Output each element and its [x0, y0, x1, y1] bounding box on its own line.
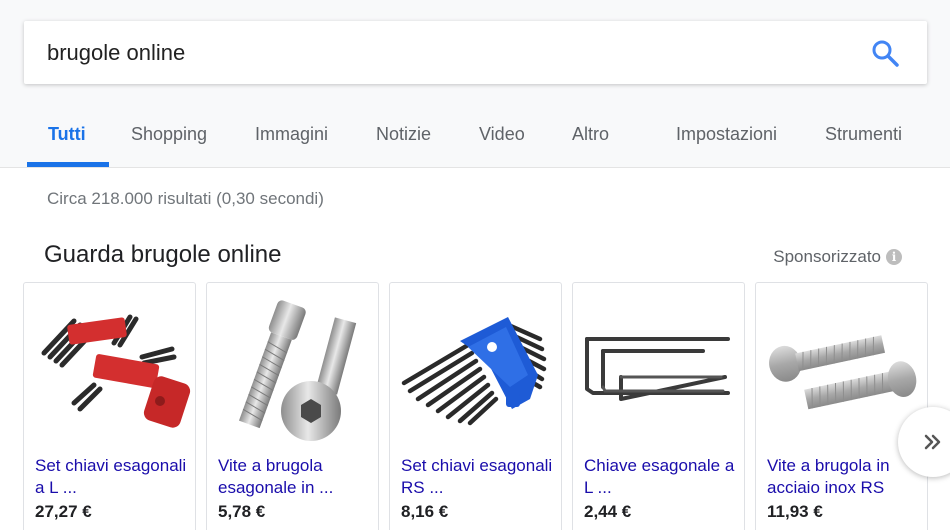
product-card[interactable]: Vite a brugola in acciaio inox RS 11,93 … — [755, 282, 928, 530]
product-card[interactable]: Vite a brugola esagonale in ... 5,78 € — [206, 282, 379, 530]
product-image-hex-key-set[interactable] — [24, 283, 195, 451]
result-stats: Circa 218.000 risultati (0,30 secondi) — [47, 189, 324, 208]
product-price: 8,16 € — [401, 502, 449, 521]
search-box[interactable]: brugole online — [24, 21, 927, 84]
active-tab-indicator — [27, 162, 109, 167]
tab-strumenti[interactable]: Strumenti — [825, 124, 902, 145]
product-title[interactable]: Vite a brugola in acciaio inox RS — [767, 455, 922, 499]
product-title[interactable]: Set chiavi esagonali RS ... — [401, 455, 556, 499]
header-area: brugole online Tutti Shopping Immagini N… — [0, 0, 950, 168]
product-price: 27,27 € — [35, 502, 92, 521]
product-image-socket-screws[interactable] — [207, 283, 378, 451]
product-carousel: Set chiavi esagonali a L ... 27,27 € Vit… — [23, 282, 950, 530]
double-chevron-right-icon — [924, 434, 941, 450]
sponsored-text: Sponsorizzato — [773, 247, 881, 266]
product-card[interactable]: Set chiavi esagonali RS ... 8,16 € — [389, 282, 562, 530]
tab-video[interactable]: Video — [479, 124, 525, 145]
product-title[interactable]: Set chiavi esagonali a L ... — [35, 455, 190, 499]
product-card[interactable]: Chiave esagonale a L ... 2,44 € — [572, 282, 745, 530]
search-icon[interactable] — [870, 38, 900, 68]
tab-immagini[interactable]: Immagini — [255, 124, 328, 145]
search-input[interactable]: brugole online — [47, 40, 185, 66]
product-image-hex-key-set-blue[interactable] — [390, 283, 561, 451]
search-results-page: brugole online Tutti Shopping Immagini N… — [0, 0, 950, 530]
product-price: 2,44 € — [584, 502, 632, 521]
shopping-section-title: Guarda brugole online — [44, 241, 282, 268]
tab-notizie[interactable]: Notizie — [376, 124, 431, 145]
product-card[interactable]: Set chiavi esagonali a L ... 27,27 € — [23, 282, 196, 530]
product-image-l-hex-key[interactable] — [573, 283, 744, 451]
search-tabs: Tutti Shopping Immagini Notizie Video Al… — [0, 108, 950, 168]
product-price: 11,93 € — [767, 502, 823, 521]
product-title[interactable]: Vite a brugola esagonale in ... — [218, 455, 373, 499]
product-price: 5,78 € — [218, 502, 266, 521]
tab-tutti[interactable]: Tutti — [48, 124, 86, 145]
tab-shopping[interactable]: Shopping — [131, 124, 207, 145]
sponsored-label[interactable]: Sponsorizzato i — [773, 247, 902, 267]
info-icon[interactable]: i — [886, 249, 902, 265]
tab-altro[interactable]: Altro — [572, 124, 609, 145]
tab-impostazioni[interactable]: Impostazioni — [676, 124, 777, 145]
product-title[interactable]: Chiave esagonale a L ... — [584, 455, 739, 499]
